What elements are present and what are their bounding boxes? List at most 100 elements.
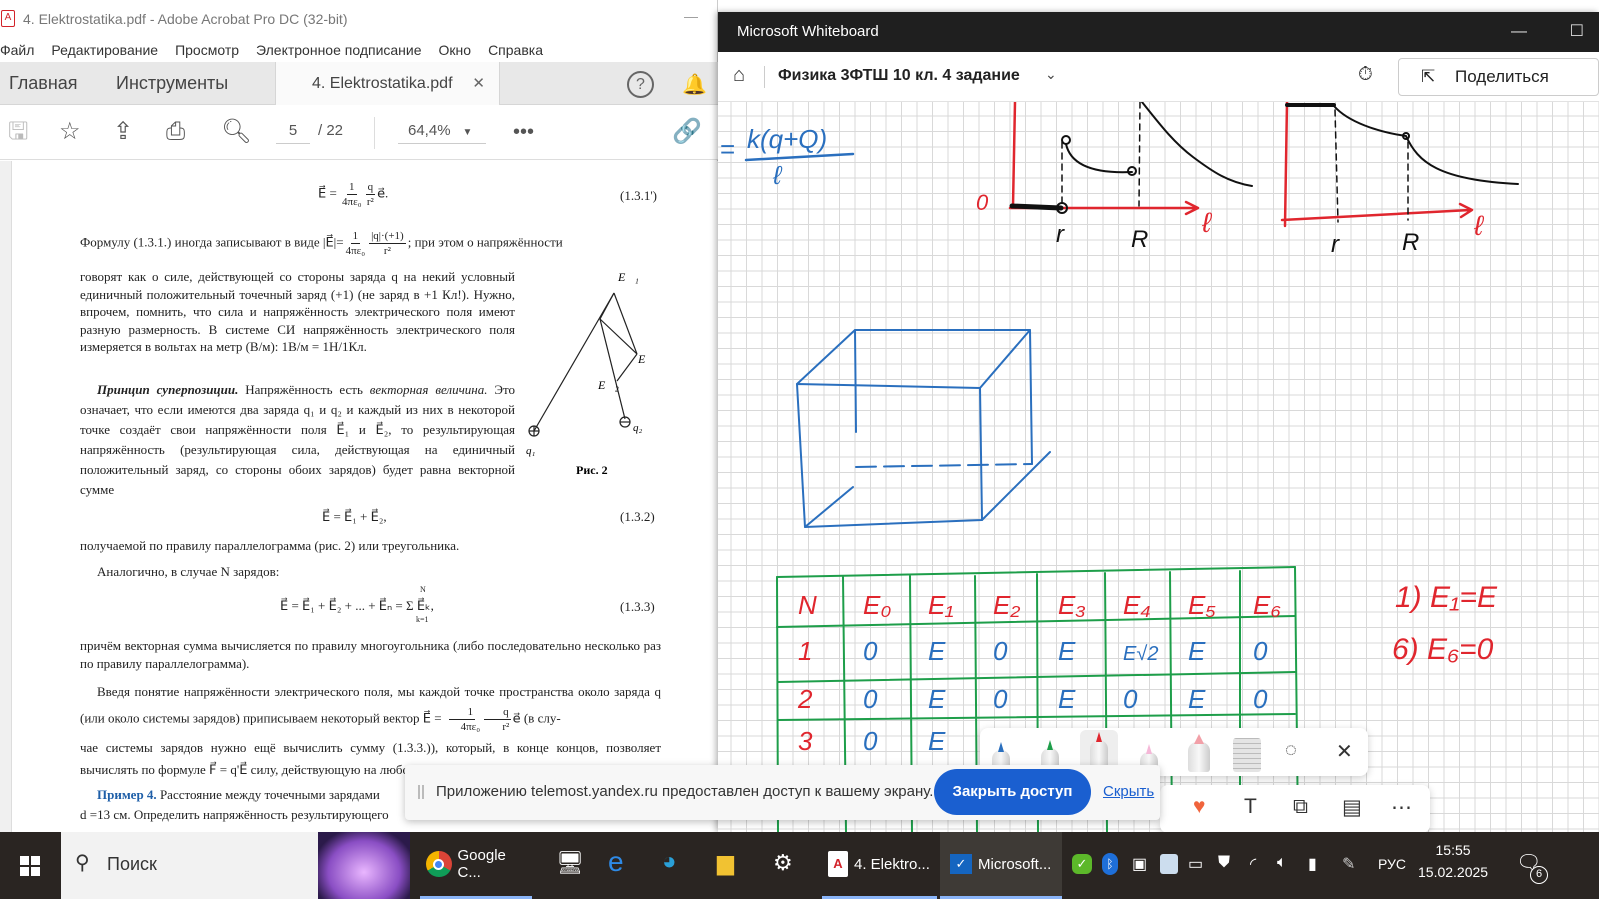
- close-icon[interactable]: ✕: [1336, 739, 1353, 764]
- timer-icon[interactable]: ⏱: [1358, 64, 1373, 86]
- clock[interactable]: 15:55 15.02.2025: [1418, 839, 1488, 883]
- menu-edit[interactable]: Редактирование: [51, 42, 158, 58]
- minimize-button[interactable]: —: [1511, 12, 1527, 52]
- note-1: 1) E₁=E: [1395, 581, 1498, 614]
- menu-esign[interactable]: Электронное подписание: [256, 42, 422, 58]
- whiteboard-window: Microsoft Whiteboard — ☐ ⌂ Физика 3ФТШ 1…: [718, 12, 1599, 832]
- share-icon: ⇱: [1421, 67, 1436, 86]
- zoom-search-icon[interactable]: 🔍︎: [221, 117, 251, 147]
- text: Напряжённость есть: [238, 382, 370, 397]
- more-icon[interactable]: •••: [513, 117, 534, 147]
- hide-link[interactable]: Скрыть: [1103, 783, 1154, 800]
- paragraph: говорят как о силе, действующей со сторо…: [80, 269, 515, 354]
- minimize-button[interactable]: —: [684, 8, 698, 24]
- start-button[interactable]: [0, 832, 60, 899]
- taskbar-whiteboard[interactable]: ✓ Microsoft...: [940, 832, 1062, 899]
- taskbar-acrobat[interactable]: A 4. Elektro...: [822, 832, 937, 899]
- zoom-select[interactable]: 64,4% ▼: [398, 122, 486, 144]
- app-title: Microsoft Whiteboard: [737, 23, 879, 40]
- print-icon[interactable]: ⎙: [166, 117, 185, 147]
- tab-tools[interactable]: Инструменты: [116, 62, 228, 105]
- whiteboard-canvas[interactable]: k(q+Q) ℓ = 0 r R ℓ r R ℓ N E₀ E₁ E₂ E₃ E…: [718, 102, 1599, 832]
- equation-1-3-2: E⃗ = E⃗₁ + E⃗₂,: [322, 509, 387, 524]
- left-panel-collapsed[interactable]: [0, 161, 12, 832]
- tab-home[interactable]: Главная: [9, 62, 78, 105]
- note-2: 6) E₆=0: [1392, 633, 1494, 666]
- help-icon[interactable]: ?: [627, 71, 654, 98]
- cube-drawing: [796, 329, 1051, 528]
- eq-lhs: E⃗ =: [318, 185, 337, 201]
- bluetooth-icon[interactable]: ᛒ: [1102, 853, 1118, 875]
- share-button[interactable]: ⇱ Поделиться: [1398, 58, 1599, 96]
- pen-workspace-icon[interactable]: ✎: [1342, 854, 1355, 874]
- board-title[interactable]: Физика 3ФТШ 10 кл. 4 задание: [778, 67, 1020, 85]
- camera-icon[interactable]: ▣: [1132, 854, 1147, 874]
- reactions-heart-icon[interactable]: ♥: [1193, 795, 1205, 819]
- acrobat-toolbar: 🖫 ☆ ⇪ ⎙ 🔍︎ 5 / 22 64,4% ▼ ••• 🔗: [0, 105, 718, 160]
- eraser-tool[interactable]: [1188, 734, 1210, 772]
- bell-icon[interactable]: 🔔: [682, 72, 707, 96]
- settings-gear-icon[interactable]: ⚙: [773, 850, 793, 876]
- close-tab-icon[interactable]: ✕: [472, 62, 485, 105]
- chevron-down-icon[interactable]: ⌄: [1045, 66, 1057, 83]
- create-toolbar: ♥ T ⧉ ▤ ⋯: [1160, 785, 1430, 833]
- defender-shield-icon[interactable]: ⛊: [1218, 854, 1230, 872]
- star-icon[interactable]: ☆: [59, 117, 81, 147]
- ruler-tool[interactable]: [1233, 738, 1261, 772]
- microphone-icon[interactable]: ▮: [1308, 854, 1317, 874]
- menu-bar: Файл Редактирование Просмотр Электронное…: [0, 37, 543, 62]
- screen-share-notification: Приложению telemost.yandex.ru предоставл…: [405, 765, 1160, 820]
- formula-denominator: ℓ: [772, 160, 783, 190]
- page-number-input[interactable]: 5: [276, 122, 310, 144]
- search-box[interactable]: ⚲ Поиск: [61, 832, 410, 899]
- wifi-icon[interactable]: ◜: [1250, 854, 1256, 874]
- drag-handle[interactable]: [418, 785, 424, 799]
- taskbar-chrome[interactable]: Google C...: [420, 832, 532, 899]
- menu-window[interactable]: Окно: [439, 42, 472, 58]
- text-tool-icon[interactable]: T: [1244, 795, 1257, 819]
- templates-icon[interactable]: ▤: [1342, 795, 1362, 820]
- paragraph: причём векторная сумма вычисляется по пр…: [80, 638, 661, 671]
- volume-icon[interactable]: 🔈︎: [1277, 854, 1287, 872]
- cloud-upload-icon[interactable]: ⇪: [113, 117, 133, 147]
- pc-icon[interactable]: 🖥: [556, 850, 584, 876]
- graph2-axis-label: ℓ: [1473, 210, 1485, 241]
- menu-help[interactable]: Справка: [488, 42, 543, 58]
- more-icon[interactable]: ⋯: [1391, 795, 1412, 820]
- paragraph: получаемой по правилу параллелограмма (р…: [80, 538, 460, 553]
- stop-sharing-button[interactable]: Закрыть доступ: [934, 769, 1091, 815]
- whiteboard-header: ⌂ Физика 3ФТШ 10 кл. 4 задание ⌄ ⏱ ⇱ Поде…: [718, 52, 1599, 102]
- chevron-down-icon: ▼: [462, 127, 473, 138]
- shapes-icon[interactable]: ⧉: [1293, 795, 1308, 819]
- fraction: q r²: [365, 180, 376, 209]
- denominator: 4πε₀: [345, 245, 366, 257]
- security-check-icon[interactable]: ✓: [1072, 854, 1092, 874]
- language-indicator[interactable]: РУС: [1378, 856, 1406, 872]
- tab-document[interactable]: 4. Elektrostatika.pdf ✕: [275, 62, 500, 105]
- text: Это означает, что если имеются два заряд…: [80, 382, 515, 497]
- app-label: 4. Elektro...: [854, 855, 930, 873]
- menu-file[interactable]: Файл: [0, 42, 34, 58]
- share-link-icon[interactable]: 🔗: [672, 117, 702, 147]
- edge-icon[interactable]: ◕: [662, 848, 677, 876]
- equation-1-3-3: E⃗ = E⃗₁ + E⃗₂ + ... + E⃗ₙ = Σ E⃗ₖ, N k=…: [280, 585, 480, 629]
- battery-icon[interactable]: ▭: [1188, 854, 1203, 874]
- fraction: 1 4πε₀: [346, 229, 366, 258]
- app-tray-icon[interactable]: [1160, 854, 1178, 874]
- paragraph: Введя понятие напряжённости электрическо…: [80, 679, 661, 734]
- table-cell: 0: [1253, 684, 1268, 714]
- file-explorer-icon[interactable]: ▆: [717, 850, 734, 876]
- pdf-icon: A: [1, 10, 15, 27]
- menu-view[interactable]: Просмотр: [175, 42, 239, 58]
- maximize-button[interactable]: ☐: [1570, 12, 1584, 52]
- table-cell: E: [928, 636, 946, 666]
- lasso-select-icon[interactable]: ◌: [1285, 739, 1297, 762]
- internet-explorer-icon[interactable]: e: [608, 846, 624, 878]
- home-icon[interactable]: ⌂: [733, 64, 745, 87]
- label-E2: E⃗₂: [597, 378, 619, 392]
- save-icon[interactable]: 🖫: [8, 117, 28, 147]
- bold-term: Принцип суперпозиции.: [97, 382, 239, 397]
- ink-formula: [744, 152, 855, 162]
- eq-text: E⃗ = E⃗₁ + E⃗₂ + ... + E⃗ₙ = Σ E⃗ₖ,: [280, 598, 434, 613]
- graph1-R: R: [1131, 226, 1148, 253]
